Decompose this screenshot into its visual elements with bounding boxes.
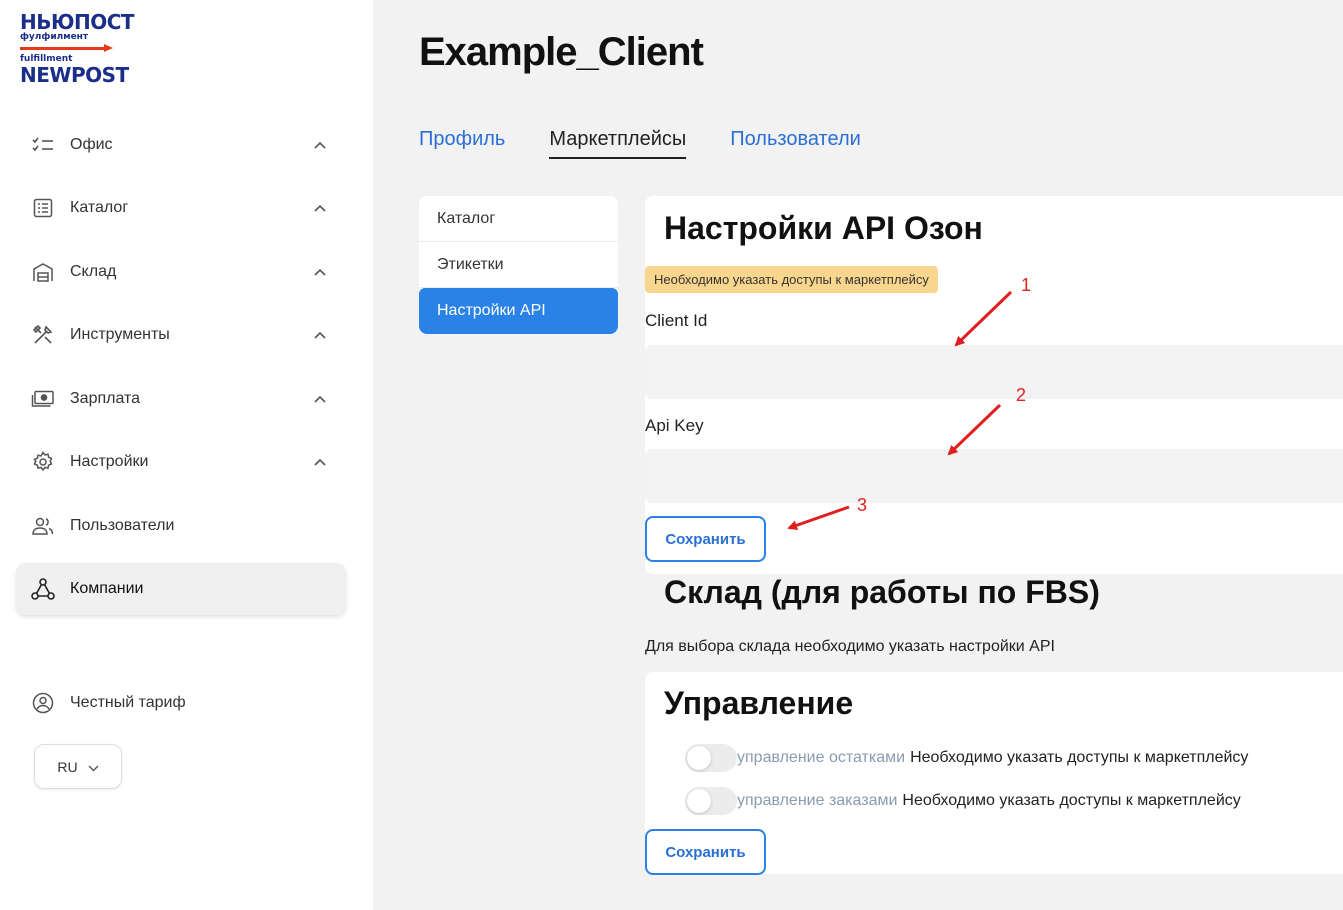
marketplace-subnav: Каталог Этикетки Настройки API — [419, 196, 618, 334]
sidebar-item-warehouse[interactable]: Склад — [16, 246, 346, 298]
stock-management-label: управление остатками — [737, 749, 906, 766]
user-circle-icon — [30, 690, 56, 716]
main-content: Example_Client Профиль Маркетплейсы Поль… — [373, 0, 1343, 910]
api-key-label: Api Key — [645, 416, 704, 435]
sidebar-item-label: Честный тариф — [70, 694, 186, 711]
subnav-api-settings[interactable]: Настройки API — [419, 288, 618, 334]
order-management-label: управление заказами — [737, 792, 898, 809]
order-management-toggle[interactable] — [685, 787, 737, 815]
toggle-row-stock: управление остатками Необходимо указать … — [685, 744, 1248, 772]
api-settings-title: Настройки API Озон — [664, 210, 983, 246]
chevron-up-icon[interactable] — [310, 262, 330, 282]
settings-content: Настройки API Озон Необходимо указать до… — [645, 0, 1343, 910]
tools-icon — [30, 322, 56, 348]
warning-badge: Необходимо указать доступы к маркетплейс… — [645, 266, 938, 293]
sidebar-item-tools[interactable]: Инструменты — [16, 309, 346, 361]
chevron-up-icon[interactable] — [310, 389, 330, 409]
stock-management-toggle[interactable] — [685, 744, 737, 772]
sidebar-item-label: Пользователи — [70, 517, 175, 534]
logo-arrow-icon — [20, 44, 116, 52]
sidebar-item-label: Склад — [70, 263, 117, 280]
warehouse-icon — [30, 259, 56, 285]
subnav-catalog[interactable]: Каталог — [419, 196, 618, 242]
subnav-labels[interactable]: Этикетки — [419, 242, 618, 288]
list-box-icon — [30, 195, 56, 221]
newpost-logo[interactable]: НЬЮПОСТ фулфилмент fulfillment NEWPOST — [20, 10, 135, 98]
sidebar-item-companies[interactable]: Компании — [16, 563, 346, 615]
save-management-button[interactable]: Сохранить — [645, 829, 766, 875]
toggle-knob — [687, 746, 711, 770]
sidebar: НЬЮПОСТ фулфилмент fulfillment NEWPOST О… — [0, 0, 373, 910]
toggle-row-orders: управление заказами Необходимо указать д… — [685, 787, 1241, 815]
sidebar-item-tariff[interactable]: Честный тариф — [16, 677, 346, 729]
sidebar-item-office[interactable]: Офис — [16, 119, 346, 171]
gear-icon — [30, 449, 56, 475]
chevron-up-icon[interactable] — [310, 135, 330, 155]
fbs-warehouse-note: Для выбора склада необходимо указать нас… — [645, 638, 1055, 655]
sidebar-item-catalog[interactable]: Каталог — [16, 182, 346, 234]
fbs-warehouse-title: Склад (для работы по FBS) — [664, 574, 1100, 610]
language-value: RU — [57, 758, 78, 775]
stock-management-note: Необходимо указать доступы к маркетплейс… — [910, 749, 1249, 766]
order-management-note: Необходимо указать доступы к маркетплейс… — [902, 792, 1241, 809]
save-api-button[interactable]: Сохранить — [645, 516, 766, 562]
sidebar-item-label: Каталог — [70, 199, 129, 216]
money-icon — [30, 386, 56, 412]
sidebar-item-label: Инструменты — [70, 326, 170, 343]
sidebar-item-salary[interactable]: Зарплата — [16, 373, 346, 425]
sidebar-item-settings[interactable]: Настройки — [16, 436, 346, 488]
client-id-label: Client Id — [645, 311, 708, 330]
sidebar-item-label: Зарплата — [70, 390, 141, 407]
tab-profile[interactable]: Профиль — [419, 128, 505, 159]
language-select[interactable]: RU — [34, 744, 122, 789]
page: НЬЮПОСТ фулфилмент fulfillment NEWPOST О… — [0, 0, 1343, 910]
logo-line-en: NEWPOST — [20, 63, 129, 87]
management-title: Управление — [664, 685, 854, 721]
client-id-input[interactable] — [645, 345, 1343, 399]
logo-line-ru: НЬЮПОСТ — [20, 10, 135, 34]
sidebar-item-users[interactable]: Пользователи — [16, 500, 346, 552]
users-icon — [30, 513, 56, 539]
company-network-icon — [30, 576, 56, 602]
chevron-up-icon[interactable] — [310, 198, 330, 218]
chevron-down-icon — [88, 759, 99, 775]
chevron-up-icon[interactable] — [310, 325, 330, 345]
chevron-up-icon[interactable] — [310, 452, 330, 472]
api-key-input[interactable] — [645, 449, 1343, 503]
sidebar-item-label: Компании — [70, 580, 144, 597]
sidebar-item-label: Настройки — [70, 453, 149, 470]
sidebar-item-label: Офис — [70, 136, 113, 153]
toggle-knob — [687, 789, 711, 813]
checklist-icon — [30, 132, 56, 158]
